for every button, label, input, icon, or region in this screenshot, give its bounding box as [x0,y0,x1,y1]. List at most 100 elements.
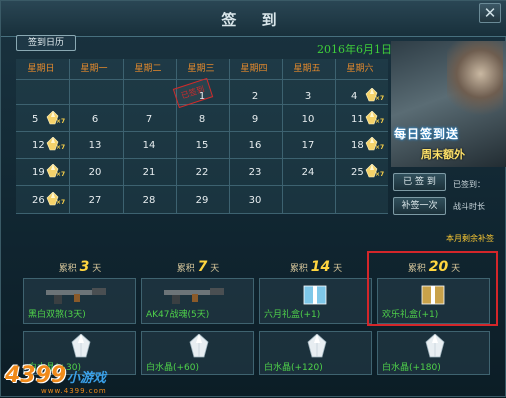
day-number: 23 [248,167,262,178]
crystal-reward[interactable]: 白水晶(+180) [377,331,490,375]
calendar-day[interactable]: 10 [282,106,334,133]
cumulative-prefix: 累积 [58,264,77,274]
white-crystal-icon [307,333,327,358]
gem-count: ×7 [56,199,66,206]
reward-item-icon [44,282,114,306]
titlebar: 签 到 ✕ [1,1,506,37]
banner-headline: 每日签到送 [394,127,460,141]
weekday-header: 星期三 [187,64,215,74]
day-number: 19 [32,167,45,178]
watermark-logo: 4399 [5,363,67,388]
cumulative-prefix: 累积 [289,264,308,274]
white-crystal-icon [71,333,91,358]
gem-count: ×7 [375,95,385,102]
cumulative-label: 累积 14 天 [256,259,376,275]
day-number: 21 [142,167,156,178]
day-number: 16 [248,140,262,151]
window-title: 签 到 [221,11,287,29]
calendar-day[interactable]: 11 ×7 [335,106,387,133]
banner-subline: 周末额外 [421,148,465,161]
gem-count: ×7 [375,171,385,178]
calendar-day[interactable]: 17 [282,132,334,159]
calendar-day[interactable]: 6 [69,106,121,133]
calendar-day[interactable]: 5 ×7 [16,106,68,133]
day-number: 26 [32,195,45,206]
gem-count: ×7 [375,144,385,151]
close-button[interactable]: ✕ [479,3,501,23]
cumulative-label: 累积 7 天 [138,259,258,275]
calendar-day[interactable]: 13 [69,132,121,159]
day-number: 29 [195,195,209,206]
cumulative-suffix: 天 [92,264,102,274]
calendar-day[interactable]: 28 [123,187,175,214]
calendar-day[interactable]: 29 [176,187,228,214]
day-number: 12 [32,140,45,151]
calendar-day[interactable]: 26 ×7 [16,187,68,214]
calendar-day[interactable]: 14 [123,132,175,159]
day-number: 2 [251,91,259,102]
day-number: 5 [32,114,39,125]
weekday-header: 星期日 [27,64,55,74]
crystal-name: 白水晶(+60) [146,363,200,373]
gem-count: ×7 [56,118,66,125]
day-number: 9 [251,114,259,125]
current-date: 2016年6月1日 [317,43,392,56]
crystal-name: 白水晶(+120) [264,363,323,373]
makeup-sign-button[interactable]: 补签一次 [393,197,446,215]
calendar-day[interactable]: 8 [176,106,228,133]
calendar-day[interactable]: 24 [282,159,334,186]
calendar-day[interactable]: 21 [123,159,175,186]
watermark-name: 小游戏 [67,371,107,386]
calendar-day[interactable]: 25 ×7 [335,159,387,186]
day-number: 18 [351,140,364,151]
calendar-day[interactable]: 15 [176,132,228,159]
calendar-day[interactable]: 12 ×7 [16,132,68,159]
reward-item-icon [162,282,232,306]
calendar-day[interactable]: 19 ×7 [16,159,68,186]
reward-item[interactable]: 黑白双煞(3天) [23,278,136,324]
day-number: 4 [351,91,358,102]
calendar-day[interactable]: 9 [229,106,281,133]
calendar-tab[interactable]: 签到日历 [16,35,76,51]
calendar-day[interactable]: 7 [123,106,175,133]
reward-item[interactable]: 六月礼盒(+1) [259,278,372,324]
cumulative-label: 累积 3 天 [20,259,140,275]
calendar-day[interactable]: 18 ×7 [335,132,387,159]
weekday-header: 星期四 [240,64,268,74]
calendar-day[interactable]: 16 [229,132,281,159]
day-number: 11 [351,114,364,125]
day-number: 25 [351,167,364,178]
calendar-day[interactable]: 20 [69,159,121,186]
signed-button[interactable]: 已 签 到 [393,173,446,191]
day-number: 8 [198,114,206,125]
promo-banner[interactable]: 每日签到送 周末额外 [391,41,506,167]
cumulative-days: 3 [79,259,90,275]
crystal-name: 白水晶(+180) [382,363,441,373]
reward-name: 六月礼盒(+1) [264,310,321,320]
day-number: 22 [195,167,209,178]
reward-item[interactable]: AK47战魂(5天) [141,278,254,324]
weekday-header: 星期五 [293,64,321,74]
crystal-reward[interactable]: 白水晶(+120) [259,331,372,375]
calendar-day[interactable]: 30 [229,187,281,214]
day-number: 24 [301,167,315,178]
reward-item-icon [280,282,350,306]
gem-count: ×7 [375,118,385,125]
reward-name: 黑白双煞(3天) [28,310,86,320]
day-number: 15 [195,140,209,151]
calendar-day[interactable]: 27 [69,187,121,214]
remaining-makeup-label: 本月剩余补签 [446,234,494,243]
day-number: 13 [88,140,102,151]
cumulative-days: 14 [310,259,331,275]
cumulative-prefix: 累积 [176,264,195,274]
calendar-day[interactable]: 22 [176,159,228,186]
crystal-reward[interactable]: 白水晶(+60) [141,331,254,375]
day-number: 3 [304,91,312,102]
battle-time-label: 战斗时长 [453,202,485,211]
calendar-day[interactable]: 23 [229,159,281,186]
site-watermark: 4399 小游戏 www.4399.com [1,361,121,398]
gem-count: ×7 [56,144,66,151]
current-reward-highlight [367,251,498,326]
day-number: 27 [88,195,102,206]
weekday-header: 星期一 [80,64,108,74]
